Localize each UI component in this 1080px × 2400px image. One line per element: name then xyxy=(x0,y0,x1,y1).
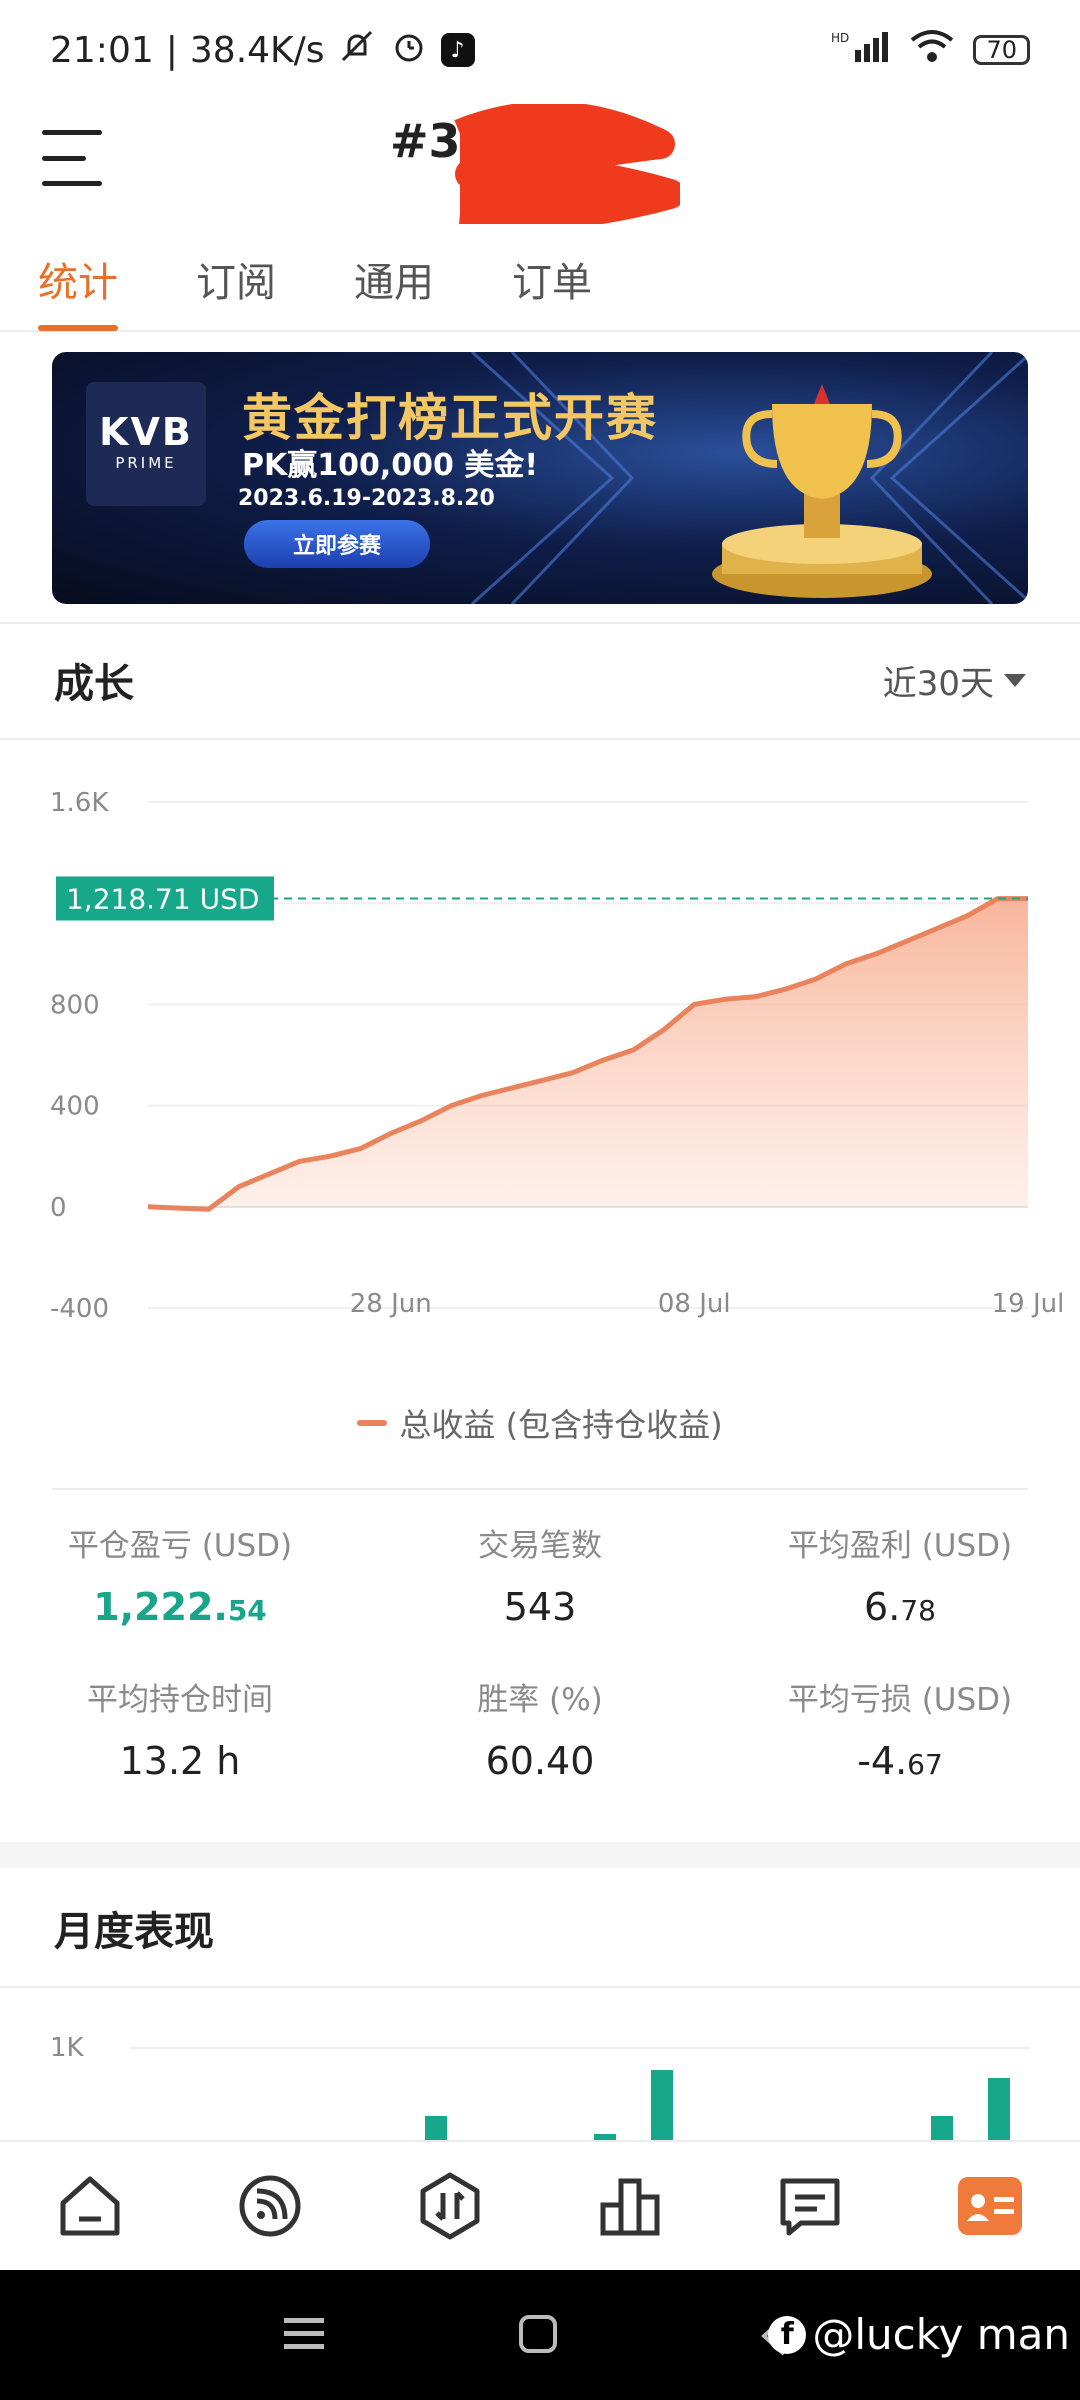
system-nav-bar: f @lucky man xyxy=(0,2270,1080,2400)
y-tick-label: 0 xyxy=(50,1193,67,1223)
divider xyxy=(52,1488,1028,1490)
svg-text:HD: HD xyxy=(831,31,849,45)
growth-chart-svg: 1.6K 800 400 0 -400 28 Jun 08 Jul 19 Jul 1,218.7… xyxy=(50,788,1065,1324)
growth-title: 成长 xyxy=(54,661,134,707)
divider xyxy=(0,738,1080,740)
range-dropdown[interactable]: 近30天 xyxy=(883,656,1026,705)
range-label: 近30天 xyxy=(882,663,994,704)
join-button[interactable]: 立即参赛 xyxy=(244,520,430,568)
stat-label: 胜率 (%) xyxy=(477,1682,603,1718)
watermark: f @lucky man xyxy=(768,2310,1070,2359)
stat-value: 1,222.54 xyxy=(93,1585,267,1629)
monthly-bar xyxy=(931,2116,953,2140)
banner-dates: 2023.6.19-2023.8.20 xyxy=(238,486,495,511)
stat-label: 平均持仓时间 xyxy=(87,1682,273,1718)
ranking-icon xyxy=(600,2178,660,2236)
nav-home[interactable] xyxy=(50,2166,130,2246)
stat-win-rate: 胜率 (%) 60.40 xyxy=(360,1674,720,1783)
tab-orders[interactable]: 订单 xyxy=(512,230,592,330)
tiktok-icon: ♪ xyxy=(440,33,475,67)
status-divider: | xyxy=(165,29,178,71)
stat-value: 543 xyxy=(503,1585,577,1629)
x-tick-label: 28 Jun xyxy=(350,1289,432,1319)
home-icon xyxy=(60,2176,120,2236)
mute-icon xyxy=(337,26,377,75)
y-tick-label: -400 xyxy=(50,1294,109,1324)
monthly-chart-svg: 1K xyxy=(50,2033,1030,2140)
watermark-text: @lucky man xyxy=(812,2310,1070,2359)
nav-messages[interactable] xyxy=(770,2166,850,2246)
nav-trade[interactable] xyxy=(410,2166,490,2246)
y-tick-label: 1.6K xyxy=(50,788,109,818)
tab-statistics[interactable]: 统计 xyxy=(38,230,118,331)
x-tick-label: 19 Jul xyxy=(992,1289,1065,1319)
status-net-speed: 38.4K/s xyxy=(189,29,325,71)
redaction-scribble xyxy=(454,104,680,224)
signal-icon: HD xyxy=(831,28,891,73)
home-button-icon[interactable] xyxy=(518,2314,558,2354)
nav-feed[interactable] xyxy=(230,2166,310,2246)
message-icon xyxy=(780,2178,840,2236)
app-header: #3 xyxy=(0,100,1080,230)
monthly-header: 月度表现 xyxy=(0,1870,1080,1986)
section-gap xyxy=(0,1842,1080,1868)
chart-legend: 总收益 (包含持仓收益) xyxy=(0,1400,1080,1446)
stat-value: 13.2 h xyxy=(119,1739,241,1783)
stat-label: 交易笔数 xyxy=(478,1528,602,1564)
nav-profile[interactable] xyxy=(950,2166,1030,2246)
status-time: 21:01 xyxy=(50,29,154,71)
menu-icon[interactable] xyxy=(42,130,102,186)
legend-label: 总收益 (包含持仓收益) xyxy=(399,1406,723,1444)
monthly-bar xyxy=(425,2116,447,2140)
stat-closed-pnl: 平仓盈亏 (USD) 1,222.54 xyxy=(0,1520,360,1629)
kvb-logo: KVB PRIME xyxy=(86,382,206,506)
banner-subtitle: PK赢100,000 美金! xyxy=(242,448,539,483)
y-tick-label: 400 xyxy=(50,1092,100,1122)
stat-value: 60.40 xyxy=(485,1739,595,1783)
stat-label: 平均亏损 (USD) xyxy=(787,1682,1013,1718)
battery-indicator: 70 xyxy=(973,35,1030,65)
trade-icon xyxy=(420,2172,480,2240)
tab-bar: 统计 订阅 通用 订单 xyxy=(0,230,1080,332)
stat-label: 平仓盈亏 (USD) xyxy=(67,1528,293,1564)
tab-subscribe[interactable]: 订阅 xyxy=(196,230,276,330)
stat-label: 平均盈利 (USD) xyxy=(787,1528,1013,1564)
feed-icon xyxy=(239,2175,301,2237)
stat-value: 6.78 xyxy=(864,1585,936,1629)
monthly-chart: 1K xyxy=(0,2000,1080,2140)
stat-avg-loss: 平均亏损 (USD) -4.67 xyxy=(720,1674,1080,1783)
caret-down-icon xyxy=(1004,673,1026,687)
growth-chart: 1.6K 800 400 0 -400 28 Jun 08 Jul 19 Jul 1,218.7… xyxy=(0,742,1080,1332)
monthly-bar xyxy=(988,2078,1010,2140)
monthly-title: 月度表现 xyxy=(54,1909,214,1955)
y-tick-label: 800 xyxy=(50,990,100,1020)
profile-card-icon xyxy=(958,2177,1022,2235)
alarm-icon xyxy=(389,26,429,75)
recent-apps-icon[interactable] xyxy=(282,2314,326,2354)
wifi-icon xyxy=(909,28,955,73)
facebook-icon: f xyxy=(768,2315,807,2354)
stat-avg-profit: 平均盈利 (USD) 6.78 xyxy=(720,1520,1080,1629)
divider xyxy=(0,1986,1080,1988)
stat-value: -4.67 xyxy=(857,1739,943,1783)
promo-banner[interactable]: KVB PRIME 黄金打榜正式开赛 PK赢100,000 美金! 2023.6… xyxy=(52,352,1028,604)
reference-label: 1,218.71 USD xyxy=(66,882,259,915)
legend-swatch xyxy=(357,1420,388,1426)
tab-general[interactable]: 通用 xyxy=(354,230,434,330)
nav-ranking[interactable] xyxy=(590,2166,670,2246)
monthly-y-tick: 1K xyxy=(50,2033,85,2063)
monthly-bar xyxy=(651,2070,673,2140)
bottom-nav xyxy=(0,2140,1080,2270)
stat-trade-count: 交易笔数 543 xyxy=(360,1520,720,1629)
stat-avg-hold-time: 平均持仓时间 13.2 h xyxy=(0,1674,360,1783)
x-tick-label: 08 Jul xyxy=(658,1289,731,1319)
trophy-icon xyxy=(712,384,932,598)
growth-header: 成长 近30天 xyxy=(0,624,1080,736)
status-bar: 21:01 | 38.4K/s ♪ HD 70 xyxy=(0,0,1080,100)
